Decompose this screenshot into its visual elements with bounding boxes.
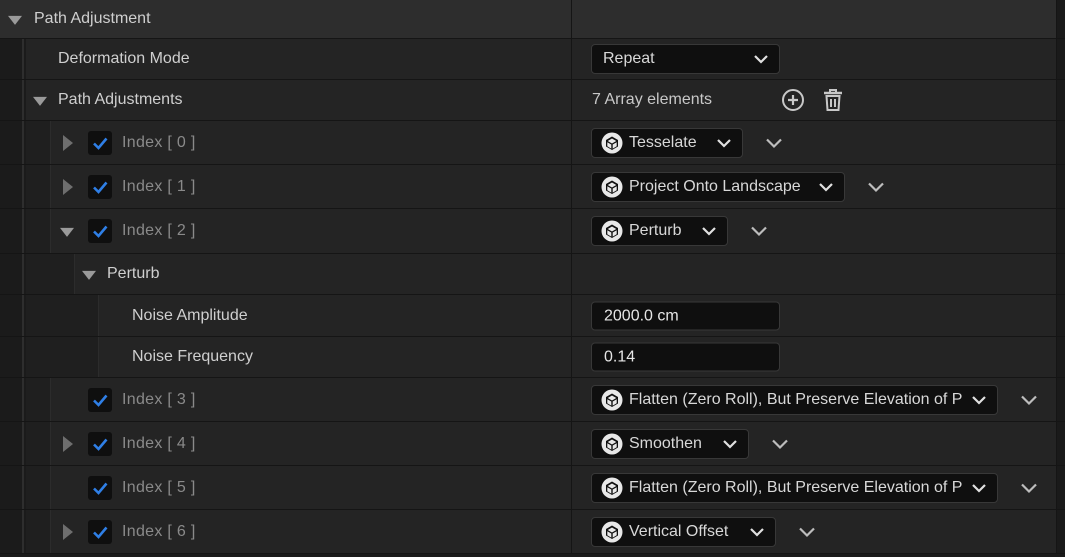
index-label: Index [ 0 ] [122, 133, 196, 151]
enabled-checkbox[interactable] [88, 431, 112, 456]
add-element-icon[interactable] [780, 87, 806, 113]
index-label: Index [ 3 ] [122, 390, 196, 408]
class-picker-dropdown[interactable]: Flatten (Zero Roll), But Preserve Elevat… [591, 472, 998, 503]
chevron-down-icon [723, 439, 737, 449]
property-row-path-adjustments[interactable]: Path Adjustments 7 Array elements [0, 80, 1065, 121]
index-label: Index [ 5 ] [122, 478, 196, 496]
checkbox-check-icon [93, 482, 108, 495]
cube-icon [601, 389, 623, 410]
expand-arrow-icon[interactable] [63, 178, 73, 195]
enabled-checkbox[interactable] [88, 174, 112, 199]
class-picker-dropdown[interactable]: Tesselate [591, 127, 743, 158]
array-element-row: Index [ 2 ] Perturb [0, 209, 1065, 254]
array-count: 7 Array elements [592, 91, 713, 108]
array-element-row: Index [ 6 ] Vertical Offset [0, 510, 1065, 554]
cube-icon [601, 220, 623, 242]
checkbox-check-icon [93, 181, 108, 194]
noise-amplitude-input[interactable]: 2000.0 cm [591, 301, 780, 330]
chevron-down-icon [972, 395, 986, 405]
cube-icon [601, 521, 623, 542]
chevron-down-icon[interactable] [765, 137, 783, 148]
class-picker-dropdown[interactable]: Perturb [591, 216, 728, 246]
cube-icon [601, 433, 623, 454]
property-row-deformation-mode: Deformation Mode Repeat [0, 39, 1065, 80]
array-element-row: Index [ 3 ] Flatten (Zero Roll), But Pre… [0, 378, 1065, 422]
enabled-checkbox[interactable] [88, 519, 112, 544]
perturb-group-header[interactable]: Perturb [0, 254, 1065, 295]
class-picker-dropdown[interactable]: Smoothen [591, 428, 749, 459]
expand-arrow-icon[interactable] [63, 435, 73, 452]
checkbox-check-icon [93, 394, 108, 407]
property-row-noise-amplitude: Noise Amplitude 2000.0 cm [0, 295, 1065, 337]
chevron-down-icon [972, 483, 986, 493]
array-element-row: Index [ 5 ] Flatten (Zero Roll), But Pre… [0, 466, 1065, 510]
path-adjustments-label: Path Adjustments [58, 91, 183, 108]
cube-icon [601, 477, 623, 498]
expand-arrow-icon[interactable] [63, 523, 73, 540]
expand-arrow-icon[interactable] [33, 96, 47, 106]
array-element-row: Index [ 1 ] Project Onto Landscape [0, 165, 1065, 209]
delete-trash-icon[interactable] [820, 87, 846, 113]
chevron-down-icon[interactable] [798, 526, 816, 537]
deformation-mode-dropdown[interactable]: Repeat [591, 44, 780, 74]
index-label: Index [ 4 ] [122, 434, 196, 452]
deformation-mode-label: Deformation Mode [58, 50, 190, 67]
expand-arrow-icon[interactable] [8, 15, 22, 25]
checkbox-check-icon [93, 225, 108, 238]
array-element-row: Index [ 4 ] Smoothen [0, 422, 1065, 466]
chevron-down-icon [750, 527, 764, 537]
index-label: Index [ 6 ] [122, 522, 196, 540]
enabled-checkbox[interactable] [88, 387, 112, 412]
chevron-down-icon[interactable] [771, 438, 789, 449]
chevron-down-icon[interactable] [1020, 482, 1038, 493]
chevron-down-icon [754, 55, 768, 64]
section-title: Path Adjustment [34, 10, 151, 27]
noise-frequency-input[interactable]: 0.14 [591, 342, 780, 372]
enabled-checkbox[interactable] [88, 475, 112, 500]
chevron-down-icon [819, 182, 833, 192]
expand-arrow-icon[interactable] [60, 227, 74, 237]
index-label: Index [ 2 ] [122, 222, 196, 239]
noise-amplitude-label: Noise Amplitude [132, 306, 248, 324]
chevron-down-icon[interactable] [750, 226, 768, 237]
class-picker-dropdown[interactable]: Vertical Offset [591, 516, 776, 547]
perturb-label: Perturb [107, 265, 160, 282]
expand-arrow-icon[interactable] [82, 270, 96, 280]
section-header-path-adjustment[interactable]: Path Adjustment [0, 0, 1065, 39]
cube-icon [601, 132, 623, 153]
class-picker-dropdown[interactable]: Flatten (Zero Roll), But Preserve Elevat… [591, 384, 998, 415]
checkbox-check-icon [93, 438, 108, 451]
noise-frequency-label: Noise Frequency [132, 348, 253, 365]
checkbox-check-icon [93, 526, 108, 539]
index-label: Index [ 1 ] [122, 177, 196, 195]
class-picker-dropdown[interactable]: Project Onto Landscape [591, 171, 845, 202]
checkbox-check-icon [93, 137, 108, 150]
chevron-down-icon[interactable] [1020, 394, 1038, 405]
chevron-down-icon[interactable] [867, 181, 885, 192]
chevron-down-icon [717, 138, 731, 148]
property-row-noise-frequency: Noise Frequency 0.14 [0, 337, 1065, 378]
enabled-checkbox[interactable] [88, 219, 112, 243]
array-element-row: Index [ 0 ] Tesselate [0, 121, 1065, 165]
cube-icon [601, 176, 623, 197]
enabled-checkbox[interactable] [88, 130, 112, 155]
expand-arrow-icon[interactable] [63, 134, 73, 151]
chevron-down-icon [702, 227, 716, 236]
